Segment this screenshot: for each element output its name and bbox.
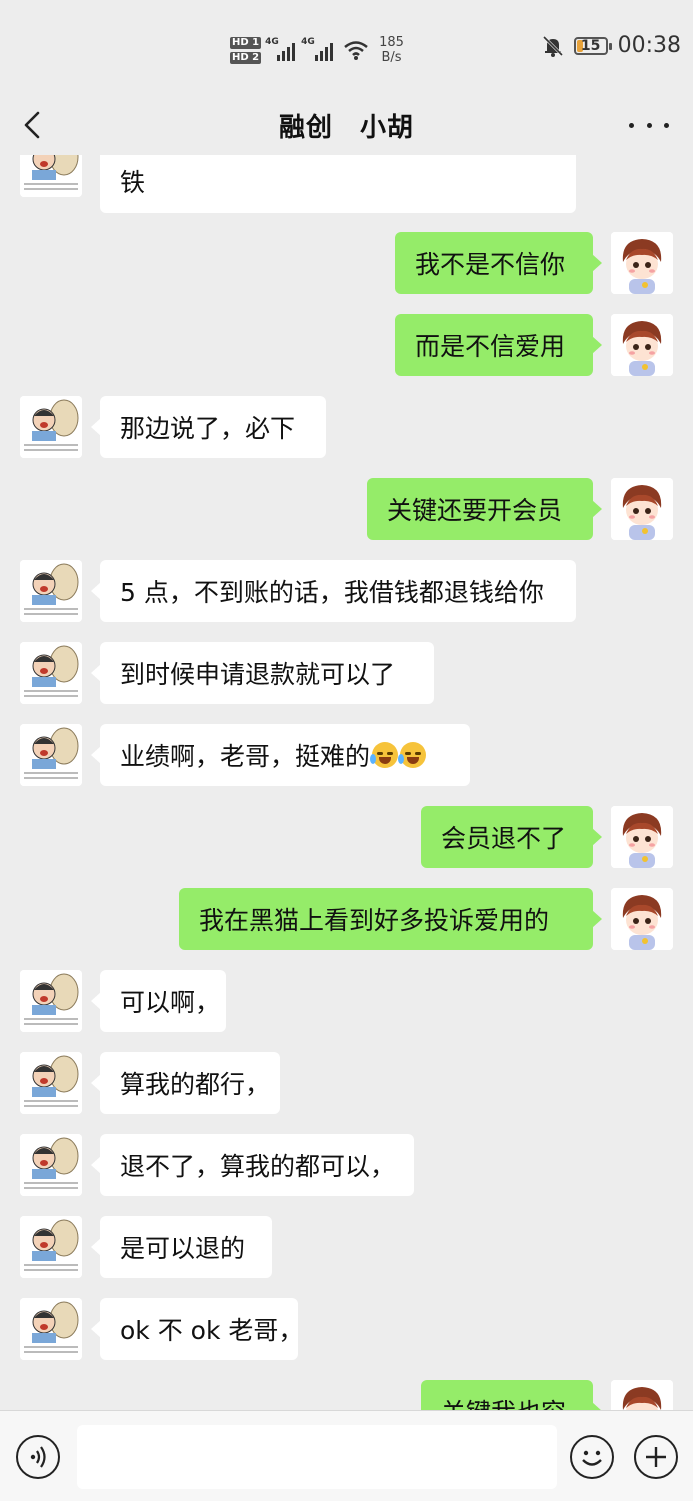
message-item: 算我的都行， xyxy=(0,1052,693,1114)
message-item: 关键还要开会员 xyxy=(0,478,693,540)
received-message-bubble[interactable]: ok 不 ok 老哥， xyxy=(91,1298,303,1360)
sent-message-bubble[interactable]: 会员退不了 xyxy=(421,806,602,868)
message-text: 那边说了，必下 xyxy=(120,414,296,443)
received-message-bubble[interactable]: 到时候申请退款就可以了 xyxy=(91,642,434,704)
received-message-bubble[interactable]: 也不是第一次合作了，信我一次，我铁 xyxy=(100,155,576,213)
sim1-network-label: 4G xyxy=(265,37,279,47)
self-avatar[interactable] xyxy=(611,888,673,950)
contact-avatar[interactable] xyxy=(20,155,82,197)
mute-bell-icon xyxy=(542,35,563,57)
received-message-bubble[interactable]: 退不了，算我的都可以， xyxy=(91,1134,414,1196)
input-bar xyxy=(0,1410,693,1501)
sim2-network-label: 4G xyxy=(301,37,315,47)
message-text: 我在黑猫上看到好多投诉爱用的 xyxy=(199,906,550,935)
status-indicators: HD 1 HD 2 4G 4G 185 B/s xyxy=(230,30,404,70)
message-text: 关键还要开会员 xyxy=(387,496,563,525)
message-text: 5 点，不到账的话，我借钱都退钱给你 xyxy=(120,578,544,607)
self-avatar[interactable] xyxy=(611,314,673,376)
received-message-bubble[interactable]: 是可以退的 xyxy=(91,1216,272,1278)
contact-avatar[interactable] xyxy=(20,1134,82,1196)
chat-title: 融创 小胡 xyxy=(278,112,414,143)
message-text: 到时候申请退款就可以了 xyxy=(120,660,396,689)
hd-badges: HD 1 HD 2 xyxy=(230,36,262,64)
sent-message-bubble[interactable]: 而是不信爱用 xyxy=(395,314,602,376)
contact-avatar[interactable] xyxy=(20,970,82,1032)
hd1-badge: HD 1 xyxy=(230,36,262,49)
message-text: 是可以退的 xyxy=(120,1234,246,1263)
contact-avatar[interactable] xyxy=(20,560,82,622)
received-message-bubble[interactable]: 算我的都行， xyxy=(91,1052,280,1114)
received-message-bubble[interactable]: 5 点，不到账的话，我借钱都退钱给你 xyxy=(91,560,576,622)
message-text-partial: 也不是第一次合作了，信我一次，我 xyxy=(120,155,520,157)
self-avatar[interactable] xyxy=(611,232,673,294)
message-text: 关键我也穷 xyxy=(441,1393,566,1410)
status-right: 15 00:38 xyxy=(542,33,681,58)
message-text: 可以啊， xyxy=(120,988,221,1017)
self-avatar[interactable] xyxy=(611,1380,673,1410)
plus-icon[interactable] xyxy=(634,1435,678,1479)
net-speed-value: 185 xyxy=(379,35,404,50)
sim2-signal-icon: 4G xyxy=(301,37,337,61)
contact-avatar[interactable] xyxy=(20,1052,82,1114)
received-message-bubble[interactable]: 业绩啊，老哥，挺难的 xyxy=(91,724,470,786)
clock: 00:38 xyxy=(617,33,681,58)
contact-avatar[interactable] xyxy=(20,1298,82,1360)
contact-avatar[interactable] xyxy=(20,642,82,704)
battery-icon: 15 xyxy=(573,36,612,55)
message-item: 业绩啊，老哥，挺难的 xyxy=(0,724,693,786)
chat-header: 融创 小胡 xyxy=(0,95,693,155)
message-input[interactable] xyxy=(77,1425,557,1489)
message-item: 5 点，不到账的话，我借钱都退钱给你 xyxy=(0,560,693,622)
message-text: 算我的都行， xyxy=(120,1070,271,1099)
message-item: 到时候申请退款就可以了 xyxy=(0,642,693,704)
message-item: 退不了，算我的都可以， xyxy=(0,1134,693,1196)
chevron-left-icon[interactable] xyxy=(18,107,48,143)
message-text: 会员退不了 xyxy=(441,824,567,853)
message-text: 铁 xyxy=(120,168,146,197)
wifi-icon xyxy=(344,41,368,60)
message-list[interactable]: 也不是第一次合作了，信我一次，我铁我不是不信你而是不信爱用那边说了，必下关键还要… xyxy=(0,155,693,1410)
message-item: 那边说了，必下 xyxy=(0,396,693,458)
contact-avatar[interactable] xyxy=(20,396,82,458)
message-text: ok 不 ok 老哥， xyxy=(120,1316,304,1345)
message-text: 退不了，算我的都可以， xyxy=(120,1152,396,1181)
crying-laughing-emoji-icon xyxy=(398,742,427,768)
message-item: 可以啊， xyxy=(0,970,693,1032)
message-text: 业绩啊，老哥，挺难的 xyxy=(120,742,371,771)
hd2-badge: HD 2 xyxy=(230,51,262,64)
message-item: 关键我也穷 xyxy=(0,1380,693,1410)
sent-message-bubble[interactable]: 我不是不信你 xyxy=(395,232,602,294)
status-bar: HD 1 HD 2 4G 4G 185 B/s 15 00:38 xyxy=(0,0,693,100)
battery-level: 15 xyxy=(580,37,601,54)
message-item: 是可以退的 xyxy=(0,1216,693,1278)
contact-avatar[interactable] xyxy=(20,1216,82,1278)
received-message-bubble[interactable]: 那边说了，必下 xyxy=(91,396,326,458)
more-dots-icon[interactable] xyxy=(629,111,669,139)
sent-message-bubble[interactable]: 关键我也穷 xyxy=(421,1380,602,1410)
voice-icon[interactable] xyxy=(16,1435,60,1479)
message-item: 我在黑猫上看到好多投诉爱用的 xyxy=(0,888,693,950)
contact-avatar[interactable] xyxy=(20,724,82,786)
message-item: 会员退不了 xyxy=(0,806,693,868)
sim1-signal-icon: 4G xyxy=(265,37,297,61)
message-item: 也不是第一次合作了，信我一次，我铁 xyxy=(0,155,693,213)
self-avatar[interactable] xyxy=(611,806,673,868)
self-avatar[interactable] xyxy=(611,478,673,540)
network-speed: 185 B/s xyxy=(379,35,404,65)
message-item: 而是不信爱用 xyxy=(0,314,693,376)
sent-message-bubble[interactable]: 关键还要开会员 xyxy=(367,478,602,540)
message-item: 我不是不信你 xyxy=(0,232,693,294)
net-speed-unit: B/s xyxy=(381,50,402,65)
message-item: ok 不 ok 老哥， xyxy=(0,1298,693,1360)
message-text: 而是不信爱用 xyxy=(415,332,566,361)
message-text: 我不是不信你 xyxy=(415,250,566,279)
emoji-icon[interactable] xyxy=(570,1435,614,1479)
received-message-bubble[interactable]: 可以啊， xyxy=(91,970,226,1032)
crying-laughing-emoji-icon xyxy=(370,742,399,768)
sent-message-bubble[interactable]: 我在黑猫上看到好多投诉爱用的 xyxy=(179,888,602,950)
